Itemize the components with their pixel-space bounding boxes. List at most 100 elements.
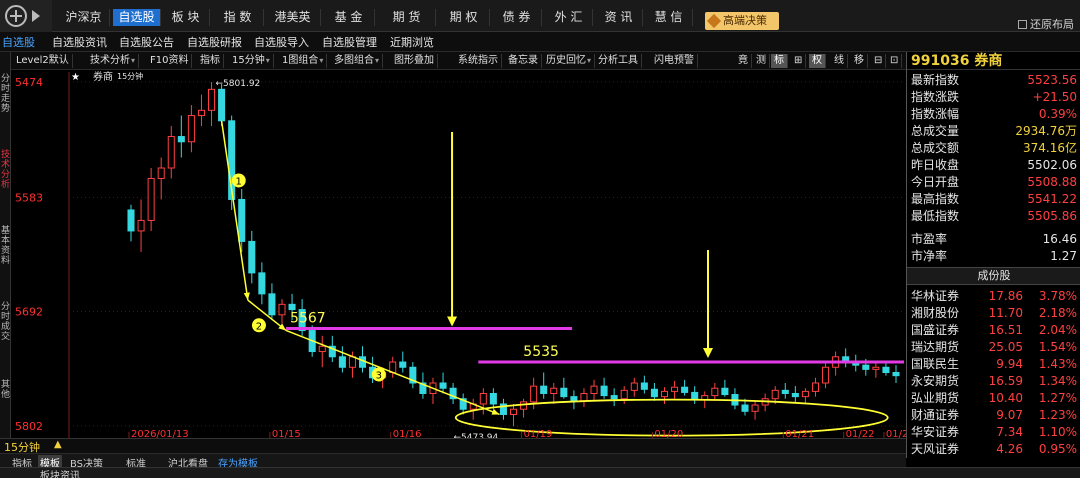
toolbar-item-9[interactable]: 系统指示 [455, 54, 502, 68]
constituent-weight: 1.27% [1038, 391, 1077, 405]
toolbar-item-16[interactable]: 标 [771, 54, 788, 68]
constituent-row[interactable]: 财通证券 9.07 1.23% [907, 407, 1080, 424]
toolbar-item-10[interactable]: 备忘录 [505, 54, 542, 68]
constituent-weight: 1.43% [1038, 357, 1077, 371]
toolbar-item-8[interactable]: 图形叠加 [391, 54, 438, 68]
candle-body [439, 382, 447, 389]
candle-body [288, 303, 296, 311]
toolbar-item-3[interactable]: F10资料 [147, 54, 193, 68]
tab-6[interactable]: 自选股管理 [322, 34, 377, 50]
constituents-header[interactable]: 成份股 [907, 267, 1080, 285]
candle-body [530, 385, 538, 403]
left-nav-item-2[interactable]: 技术分析 [0, 150, 11, 190]
constituent-row[interactable]: 华林证券 17.86 3.78% [907, 288, 1080, 305]
toolbar-item-20[interactable]: 移 [851, 54, 868, 68]
left-nav-item-1[interactable]: 分时走势 [0, 74, 11, 114]
menu-item-5[interactable]: 港美英 [265, 9, 321, 26]
toolbar-item-5[interactable]: 15分钟 [229, 54, 274, 68]
candle-body [620, 389, 628, 400]
candle-body [479, 392, 487, 405]
toolbar-item-7[interactable]: 多图组合 [331, 54, 384, 68]
app-logo [0, 0, 52, 32]
tab-1[interactable]: 自选股 [2, 34, 35, 50]
toolbar-item-21[interactable]: ⊟ [871, 54, 887, 68]
quote-value: 16.46 [1042, 232, 1077, 246]
constituent-price: 9.94 [996, 357, 1023, 371]
menu-item-2[interactable]: 自选股 [113, 9, 161, 26]
premium-label: 高端决策 [723, 14, 767, 27]
constituent-price: 25.05 [988, 340, 1023, 354]
tab-5[interactable]: 自选股导入 [254, 34, 309, 50]
candlestick-chart[interactable]: 5802569255835474★券商15分钟←5801.92←5473.945… [11, 70, 906, 438]
constituent-weight: 3.78% [1038, 289, 1077, 303]
date-tick-label: 01/16 [393, 429, 422, 438]
menu-item-10[interactable]: 外 汇 [545, 9, 593, 26]
tab-4[interactable]: 自选股研报 [187, 34, 242, 50]
constituent-row[interactable]: 国联民生 9.94 1.43% [907, 356, 1080, 373]
toolbar-item-14[interactable]: 竟 [735, 54, 752, 68]
constituent-row[interactable]: 瑞达期货 25.05 1.54% [907, 339, 1080, 356]
constituent-row[interactable]: 国盛证券 16.51 2.04% [907, 322, 1080, 339]
sector-news-tab[interactable]: 板块资讯 [40, 467, 80, 478]
constituent-row[interactable]: 华安证券 7.34 1.10% [907, 424, 1080, 441]
candle-body [157, 167, 165, 179]
left-nav-item-3[interactable]: 基本资料 [0, 226, 11, 266]
tab-7[interactable]: 近期浏览 [390, 34, 434, 50]
toolbar-item-17[interactable]: ⊞ [791, 54, 807, 68]
candle-body [127, 209, 135, 232]
restore-layout-button[interactable]: 还原布局 [1018, 16, 1074, 32]
quote-value: 5541.22 [1027, 192, 1077, 206]
diamond-icon [706, 13, 722, 29]
candle-body [600, 385, 608, 397]
candle-body [489, 392, 497, 405]
toolbar-item-19[interactable]: 线 [831, 54, 848, 68]
date-tick-label: 01/21 [785, 429, 814, 438]
quote-row: 指数涨幅 0.39% [907, 106, 1080, 123]
constituent-row[interactable]: 永安期货 16.59 1.34% [907, 373, 1080, 390]
constituent-row[interactable]: 弘业期货 10.40 1.27% [907, 390, 1080, 407]
quote-row: 总成交量 2934.76万 [907, 123, 1080, 140]
constituent-price: 4.26 [996, 442, 1023, 456]
toolbar-item-12[interactable]: 分析工具 [595, 54, 642, 68]
tab-2[interactable]: 自选股资讯 [52, 34, 107, 50]
constituent-weight: 1.23% [1038, 408, 1077, 422]
candle-body [711, 387, 719, 397]
menu-item-4[interactable]: 指 数 [212, 9, 264, 26]
period-arrow-icon[interactable]: ▲ [54, 439, 62, 450]
constituent-row[interactable]: 湘财股份 11.70 2.18% [907, 305, 1080, 322]
left-nav-item-4[interactable]: 分时成交 [0, 302, 11, 342]
tab-3[interactable]: 自选股公告 [119, 34, 174, 50]
menu-item-1[interactable]: 沪深京 [58, 9, 110, 26]
menu-item-3[interactable]: 板 块 [162, 9, 210, 26]
toolbar-item-15[interactable]: 测 [753, 54, 770, 68]
quote-label: 市净率 [911, 249, 948, 263]
quote-label: 总成交额 [911, 141, 960, 155]
constituent-row[interactable]: 天风证券 4.26 0.95% [907, 441, 1080, 458]
toolbar-item-22[interactable]: ⊡ [887, 54, 903, 68]
menu-item-11[interactable]: 资 讯 [595, 9, 643, 26]
menu-item-12[interactable]: 慧 信 [645, 9, 693, 26]
constituent-price: 16.59 [988, 374, 1023, 388]
quote-row: 市盈率 16.46 [907, 231, 1080, 248]
toolbar-item-18[interactable]: 权 [809, 54, 826, 68]
toolbar-item-11[interactable]: 历史回忆 [543, 54, 596, 68]
constituent-name: 财通证券 [911, 408, 960, 422]
constituent-name: 华安证券 [911, 425, 960, 439]
quote-row: 最高指数 5541.22 [907, 191, 1080, 208]
app-logo-icon [0, 0, 52, 32]
toolbar-item-1[interactable]: Level2默认 [13, 54, 73, 68]
marker-3-icon-label: 3 [376, 370, 382, 381]
date-tick-label: 01/15 [272, 429, 301, 438]
menu-item-7[interactable]: 期 货 [378, 9, 436, 26]
menu-item-6[interactable]: 基 金 [323, 9, 375, 26]
toolbar-item-13[interactable]: 闪电预警 [651, 54, 698, 68]
quote-row: 今日开盘 5508.88 [907, 174, 1080, 191]
top-menu-bar: 沪深京 自选股板 块指 数港美英基 金期 货期 权债 券外 汇资 讯慧 信 高端决… [0, 0, 1080, 32]
menu-item-9[interactable]: 债 券 [492, 9, 542, 26]
toolbar-item-6[interactable]: 1图组合 [279, 54, 328, 68]
menu-item-8[interactable]: 期 权 [438, 9, 490, 26]
toolbar-item-4[interactable]: 指标 [197, 54, 224, 68]
toolbar-item-2[interactable]: 技术分析 [87, 54, 140, 68]
premium-decision-button[interactable]: 高端决策 [705, 12, 779, 30]
left-nav-item-5[interactable]: 其他 [0, 380, 11, 400]
